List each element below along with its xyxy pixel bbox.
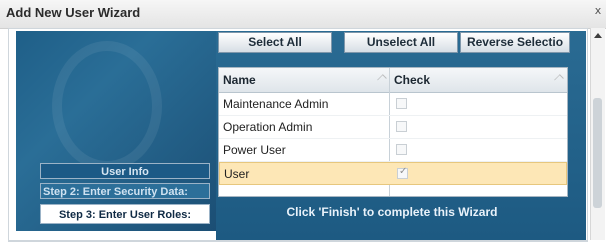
grid-header: Name Check [219,68,567,93]
step-user-info[interactable]: User Info [40,163,210,179]
reverse-selection-button[interactable]: Reverse Selectio [460,32,570,53]
role-checkbox[interactable] [397,166,408,179]
role-checkbox[interactable] [396,98,407,109]
roles-grid: Name Check Maintenance Admin Operation A… [218,67,568,197]
bottom-border [8,240,588,241]
finish-hint-text: Click 'Finish' to complete this Wizard [286,205,498,219]
step-security-data[interactable]: Step 2: Enter Security Data: [40,183,210,199]
role-checkbox[interactable] [396,121,407,132]
window-title: Add New User Wizard [6,5,141,20]
select-all-button[interactable]: Select All [218,32,332,53]
role-name: User [224,167,250,181]
close-icon[interactable]: x [592,4,604,18]
table-row[interactable]: User [219,162,567,185]
step-user-roles[interactable]: Step 3: Enter User Roles: [40,204,210,224]
role-name: Power User [223,143,286,157]
table-row[interactable]: Power User [219,139,567,162]
scroll-thumb[interactable] [593,98,602,208]
table-row[interactable]: Operation Admin [219,116,567,139]
title-bar: Add New User Wizard x [0,0,606,29]
left-panel [16,31,216,231]
column-header-check[interactable]: Check [390,68,567,92]
scroll-up-icon[interactable] [594,33,602,38]
column-header-name[interactable]: Name [219,68,389,92]
role-name: Maintenance Admin [223,97,329,111]
vertical-scrollbar[interactable] [590,28,605,240]
role-checkbox[interactable] [396,144,407,155]
role-name: Operation Admin [223,120,313,134]
background-logo-watermark [52,41,162,171]
unselect-all-button[interactable]: Unselect All [344,32,458,53]
table-row[interactable]: Maintenance Admin [219,93,567,116]
